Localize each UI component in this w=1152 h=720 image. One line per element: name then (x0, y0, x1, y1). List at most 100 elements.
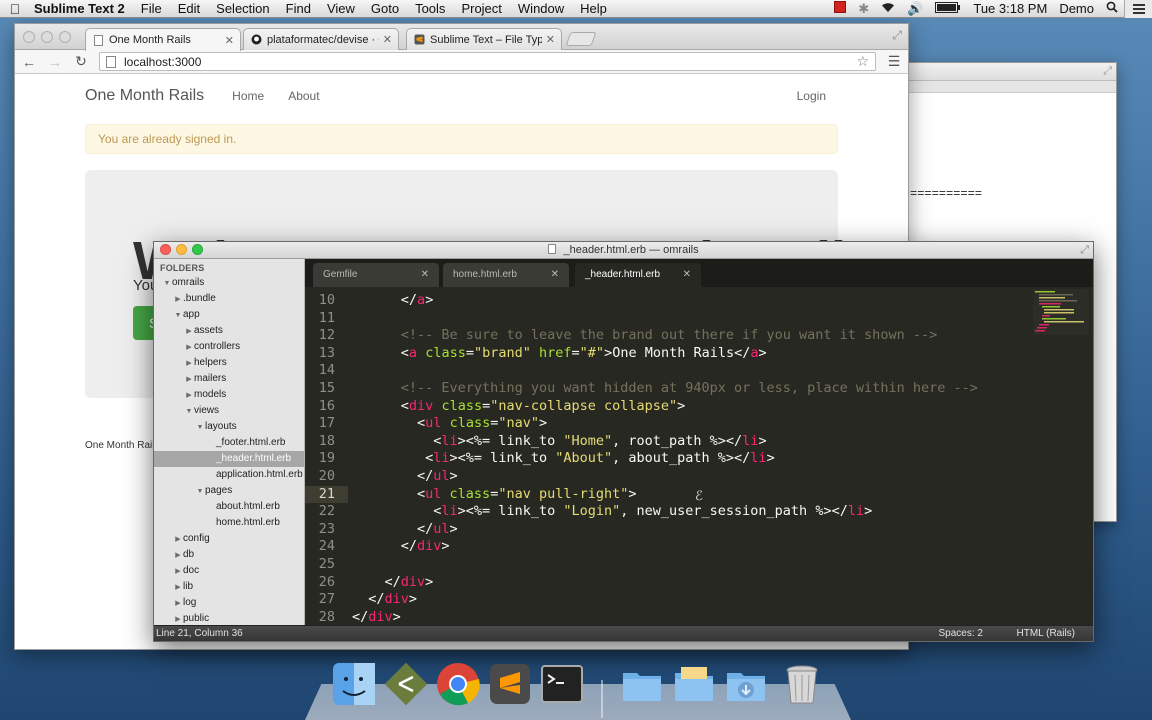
code-line[interactable]: 18 <li><%= link_to "Home", root_path %><… (305, 433, 1093, 451)
tree-item[interactable]: ▶ config (154, 531, 304, 547)
menu-app-name[interactable]: Sublime Text 2 (30, 0, 133, 18)
minimap[interactable] (1033, 289, 1089, 335)
finder-icon[interactable] (331, 661, 377, 707)
code-line[interactable]: 22 <li><%= link_to "Login", new_user_ses… (305, 503, 1093, 521)
tree-item[interactable]: ▶ mailers (154, 371, 304, 387)
address-bar-url[interactable]: localhost:3000 (124, 55, 856, 69)
menu-window[interactable]: Window (510, 0, 572, 18)
code-line[interactable]: 14 (305, 362, 1093, 380)
code-line[interactable]: 17 <ul class="nav"> (305, 415, 1093, 433)
tree-item[interactable]: ▼ app (154, 307, 304, 323)
tree-item[interactable]: ▶ db (154, 547, 304, 563)
code-line[interactable]: 16 <div class="nav-collapse collapse"> (305, 398, 1093, 416)
editor-tab-gemfile[interactable]: Gemfile ✕ (313, 263, 439, 287)
disclosure-closed-icon[interactable]: ▶ (184, 372, 194, 388)
disclosure-open-icon[interactable]: ▼ (195, 484, 205, 500)
tree-item[interactable]: _header.html.erb (154, 451, 304, 467)
fullscreen-icon[interactable]: ⤢ (1103, 65, 1112, 78)
sublime-icon[interactable] (487, 661, 533, 707)
disclosure-open-icon[interactable]: ▼ (195, 420, 205, 436)
disclosure-open-icon[interactable]: ▼ (173, 308, 183, 324)
disclosure-closed-icon[interactable]: ▶ (173, 532, 183, 548)
new-tab-button[interactable] (565, 32, 597, 46)
menu-goto[interactable]: Goto (363, 0, 407, 18)
bookmark-star-icon[interactable]: ☆ (856, 53, 869, 70)
code-line[interactable]: 27 </div> (305, 591, 1093, 609)
disclosure-closed-icon[interactable]: ▶ (184, 340, 194, 356)
volume-icon[interactable]: 🔊 (901, 0, 929, 18)
code-line[interactable]: 25 (305, 556, 1093, 574)
tree-item[interactable]: about.html.erb (154, 499, 304, 515)
code-line[interactable]: 13 <a class="brand" href="#">One Month R… (305, 345, 1093, 363)
menubar-user[interactable]: Demo (1053, 0, 1100, 18)
terminal-icon[interactable] (539, 661, 585, 707)
browser-tab-devise[interactable]: plataformatec/devise · GitHu ✕ (243, 28, 399, 50)
menu-view[interactable]: View (319, 0, 363, 18)
apple-menu-icon[interactable]:  (0, 1, 30, 17)
indentation-setting[interactable]: Spaces: 2 (939, 626, 983, 641)
notification-center-icon[interactable] (1124, 0, 1152, 18)
minimize-window-button[interactable] (176, 244, 187, 255)
folder-icon[interactable] (619, 661, 665, 707)
tree-item[interactable]: ▶ .bundle (154, 291, 304, 307)
tree-item[interactable]: ▶ assets (154, 323, 304, 339)
fullscreen-icon[interactable]: ⤢ (1080, 242, 1089, 259)
documents-icon[interactable] (671, 661, 717, 707)
tree-item[interactable]: ▼ layouts (154, 419, 304, 435)
menu-help[interactable]: Help (572, 0, 615, 18)
reload-icon[interactable]: ↻ (73, 53, 89, 70)
close-tab-icon[interactable]: ✕ (683, 263, 691, 287)
menu-hamburger-icon[interactable]: ☰ (886, 53, 902, 70)
browser-tab-sublime-docs[interactable]: Sublime Text – File Type Pre ✕ (406, 28, 562, 50)
disclosure-closed-icon[interactable]: ▶ (184, 324, 194, 340)
code-line[interactable]: 26 </div> (305, 574, 1093, 592)
code-line[interactable]: 23 </ul> (305, 521, 1093, 539)
disclosure-open-icon[interactable]: ▼ (184, 404, 194, 420)
wifi-icon[interactable] (875, 0, 901, 18)
tree-item[interactable]: ▶ controllers (154, 339, 304, 355)
forward-arrow-icon[interactable]: → (47, 54, 63, 70)
close-window-button[interactable] (23, 31, 35, 43)
editor-tab-home[interactable]: home.html.erb ✕ (443, 263, 569, 287)
minimize-window-button[interactable] (41, 31, 53, 43)
trash-icon[interactable] (779, 661, 825, 707)
spotlight-icon[interactable] (1100, 0, 1124, 18)
tree-item[interactable]: ▼ pages (154, 483, 304, 499)
tree-item[interactable]: application.html.erb (154, 467, 304, 483)
tree-item[interactable]: ▶ models (154, 387, 304, 403)
editor-tab-header[interactable]: _header.html.erb ✕ (575, 263, 701, 287)
tree-item[interactable]: ▶ log (154, 595, 304, 611)
disclosure-closed-icon[interactable]: ▶ (173, 292, 183, 308)
site-nav-login[interactable]: Login (797, 89, 826, 103)
tree-item[interactable]: ▼ views (154, 403, 304, 419)
code-line[interactable]: 28 </div> (305, 609, 1093, 627)
record-icon[interactable] (828, 0, 852, 18)
menubar-clock[interactable]: Tue 3:18 PM (967, 0, 1053, 18)
bluetooth-icon[interactable]: ✱ (852, 0, 875, 18)
code-line[interactable]: 10 </a> (305, 292, 1093, 310)
disclosure-closed-icon[interactable]: ▶ (173, 580, 183, 596)
menu-selection[interactable]: Selection (208, 0, 277, 18)
browser-tab-one-month-rails[interactable]: One Month Rails ✕ (85, 28, 241, 51)
menu-tools[interactable]: Tools (407, 0, 453, 18)
tree-item[interactable]: ▼ omrails (154, 275, 304, 291)
fullscreen-icon[interactable]: ⤢ (892, 28, 902, 43)
close-tab-icon[interactable]: ✕ (225, 34, 234, 47)
disclosure-open-icon[interactable]: ▼ (162, 276, 172, 292)
menu-find[interactable]: Find (278, 0, 319, 18)
code-line[interactable]: 12 <!-- Be sure to leave the brand out t… (305, 327, 1093, 345)
back-arrow-icon[interactable]: ← (21, 54, 37, 70)
menu-file[interactable]: File (133, 0, 170, 18)
close-tab-icon[interactable]: ✕ (551, 263, 559, 287)
tree-item[interactable]: _footer.html.erb (154, 435, 304, 451)
tree-item[interactable]: ▶ lib (154, 579, 304, 595)
code-editor[interactable]: 10 </a> 11 12 <!-- Be sure to leave the br… (305, 287, 1093, 627)
code-line[interactable]: 20 </ul> (305, 468, 1093, 486)
zoom-window-button[interactable] (59, 31, 71, 43)
downloads-icon[interactable] (723, 661, 769, 707)
syntax-selector[interactable]: HTML (Rails) (1016, 626, 1075, 641)
disclosure-closed-icon[interactable]: ▶ (173, 564, 183, 580)
close-tab-icon[interactable]: ✕ (383, 33, 392, 46)
site-nav-about[interactable]: About (288, 89, 319, 103)
address-bar[interactable]: localhost:3000 ☆ (99, 52, 876, 71)
